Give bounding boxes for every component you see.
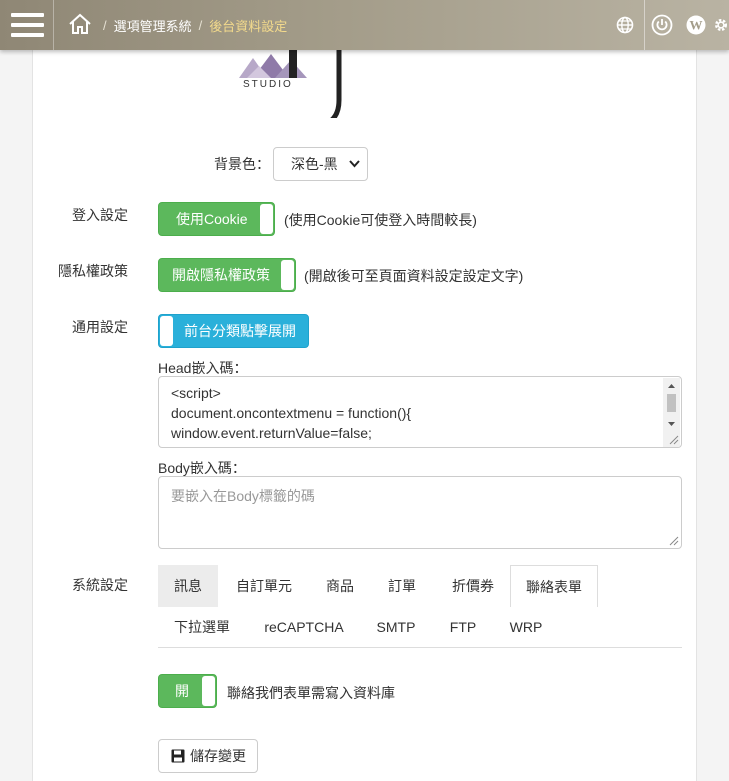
body-code-label: Body嵌入碼：: [158, 460, 246, 476]
power-icon[interactable]: [645, 0, 679, 50]
save-button-label: 儲存變更: [190, 748, 246, 764]
breadcrumb-current: 後台資料設定: [209, 18, 288, 34]
code-line: document.oncontextmenu = function(){: [171, 405, 412, 421]
wordpress-icon[interactable]: W: [679, 0, 713, 50]
head-code-textarea[interactable]: <script> document.oncontextmenu = functi…: [158, 376, 682, 448]
code-line: <script>: [171, 385, 221, 401]
body-code-textarea[interactable]: 要嵌入在Body標籤的碼: [158, 476, 682, 549]
tab-coupons[interactable]: 折價券: [438, 565, 508, 607]
cookie-toggle-label: 使用Cookie: [176, 211, 248, 227]
privacy-policy-label: 隱私權政策: [58, 263, 128, 279]
floppy-disk-icon: [171, 749, 185, 763]
toggle-knob: [281, 260, 294, 290]
cookie-note: (使用Cookie可使登入時間較長): [284, 212, 477, 228]
code-line: window.event.returnValue=false;: [171, 425, 372, 441]
globe-icon[interactable]: [606, 0, 644, 50]
tab-messages[interactable]: 訊息: [158, 565, 218, 607]
menu-icon[interactable]: [0, 0, 54, 50]
background-color-select[interactable]: 深色-黑: [273, 147, 368, 181]
tab-dropdown-menu[interactable]: 下拉選單: [160, 606, 244, 648]
toggle-knob: [160, 316, 173, 346]
contact-db-toggle[interactable]: 開: [158, 674, 217, 708]
top-bar: / 選項管理系統 / 後台資料設定 W: [0, 0, 729, 50]
breadcrumb-separator: /: [198, 17, 203, 33]
contact-db-note: 聯絡我們表單需寫入資料庫: [227, 685, 395, 701]
tab-smtp[interactable]: SMTP: [364, 606, 428, 648]
tab-contact-form[interactable]: 聯絡表單: [510, 565, 598, 607]
resize-handle-icon[interactable]: [669, 435, 679, 445]
home-icon[interactable]: [68, 13, 92, 38]
breadcrumb-root[interactable]: 選項管理系統: [114, 16, 192, 35]
tab-wrp[interactable]: WRP: [496, 606, 556, 648]
system-tabs: 訊息 自訂單元 商品 訂單 折價券 聯絡表單 下拉選單 reCAPTCHA SM…: [158, 565, 682, 648]
privacy-policy-toggle-label: 開啟隱私權政策: [172, 267, 270, 283]
logo-text: STUDIO: [243, 79, 293, 90]
system-settings-label: 系統設定: [72, 577, 128, 593]
category-expand-toggle-label: 前台分類點擊展開: [184, 323, 296, 339]
privacy-policy-toggle[interactable]: 開啟隱私權政策: [158, 258, 296, 292]
tab-ftp[interactable]: FTP: [438, 606, 488, 648]
save-button[interactable]: 儲存變更: [158, 739, 258, 773]
body-code-placeholder: 要嵌入在Body標籤的碼: [171, 488, 315, 504]
breadcrumb-separator: /: [103, 17, 107, 33]
toggle-knob: [260, 204, 273, 234]
contact-db-toggle-label: 開: [175, 683, 189, 699]
login-settings-label: 登入設定: [72, 207, 128, 223]
gear-icon[interactable]: [713, 0, 729, 50]
head-code-label: Head嵌入碼：: [158, 360, 248, 376]
studio-logo: STUDIO: [239, 48, 354, 125]
toggle-knob: [202, 676, 215, 706]
tab-orders[interactable]: 訂單: [374, 565, 430, 607]
background-color-label: 背景色：: [214, 156, 270, 172]
tab-recaptcha[interactable]: reCAPTCHA: [256, 606, 352, 648]
tab-custom-units[interactable]: 自訂單元: [222, 565, 306, 607]
background-color-value: 深色-黑: [291, 156, 338, 172]
svg-text:W: W: [690, 18, 703, 33]
general-settings-label: 通用設定: [72, 319, 128, 335]
cookie-toggle[interactable]: 使用Cookie: [158, 202, 275, 236]
tab-products[interactable]: 商品: [312, 565, 368, 607]
breadcrumb: / 選項管理系統 / 後台資料設定: [68, 13, 288, 38]
chevron-down-icon: [349, 160, 360, 168]
resize-handle-icon[interactable]: [669, 536, 679, 546]
privacy-policy-note: (開啟後可至頁面資料設定設定文字): [304, 268, 524, 284]
category-expand-toggle[interactable]: 前台分類點擊展開: [158, 314, 309, 348]
